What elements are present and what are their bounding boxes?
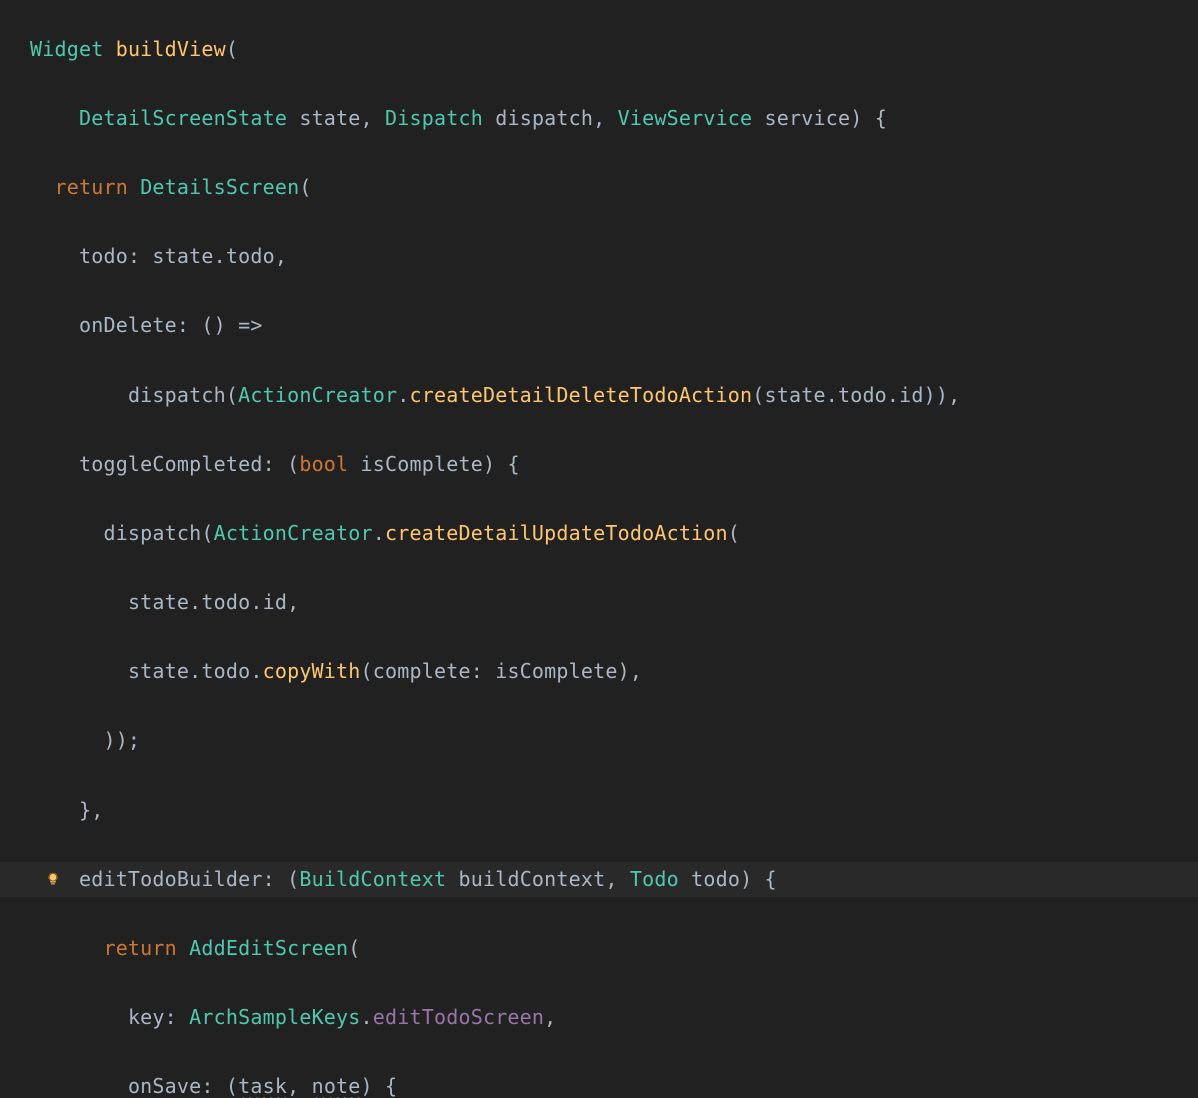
keyword-return: return [54, 175, 127, 199]
code-line[interactable]: }, [30, 793, 960, 828]
code-line[interactable]: dispatch(ActionCreator.createDetailUpdat… [30, 516, 960, 551]
type-token: Widget [30, 37, 103, 61]
type-token: DetailScreenState [79, 106, 287, 130]
type-token: BuildContext [299, 867, 446, 891]
type-token: DetailsScreen [140, 175, 299, 199]
code-line[interactable]: key: ArchSampleKeys.editTodoScreen, [30, 1000, 960, 1035]
type-token: ActionCreator [238, 383, 397, 407]
type-token: ArchSampleKeys [189, 1005, 360, 1029]
code-line[interactable]: return DetailsScreen( [30, 170, 960, 205]
type-token: ViewService [618, 106, 753, 130]
code-line[interactable]: state.todo.id, [30, 585, 960, 620]
type-token: AddEditScreen [189, 936, 348, 960]
code-line[interactable]: onSave: (task, note) { [30, 1069, 960, 1098]
code-line[interactable]: onDelete: () => [30, 308, 960, 343]
code-line[interactable]: state.todo.copyWith(complete: isComplete… [30, 654, 960, 689]
code-line[interactable]: dispatch(ActionCreator.createDetailDelet… [30, 378, 960, 413]
code-editor[interactable]: Widget buildView( DetailScreenState stat… [0, 0, 1198, 242]
type-token: ActionCreator [214, 521, 373, 545]
code-line[interactable]: DetailScreenState state, Dispatch dispat… [30, 101, 960, 136]
code-line[interactable]: return AddEditScreen( [30, 931, 960, 966]
function-name: buildView [116, 37, 226, 61]
code-content[interactable]: Widget buildView( DetailScreenState stat… [30, 0, 960, 1098]
code-line[interactable]: )); [30, 723, 960, 758]
keyword-return: return [103, 936, 176, 960]
code-line[interactable]: Widget buildView( [30, 32, 960, 67]
code-line[interactable]: editTodoBuilder: (BuildContext buildCont… [30, 862, 960, 897]
type-token: Dispatch [385, 106, 483, 130]
type-token: Todo [630, 867, 679, 891]
unused-param-warning: task [238, 1074, 287, 1098]
unused-param-warning: note [312, 1074, 361, 1098]
code-line[interactable]: todo: state.todo, [30, 239, 960, 274]
code-line[interactable]: toggleCompleted: (bool isComplete) { [30, 447, 960, 482]
